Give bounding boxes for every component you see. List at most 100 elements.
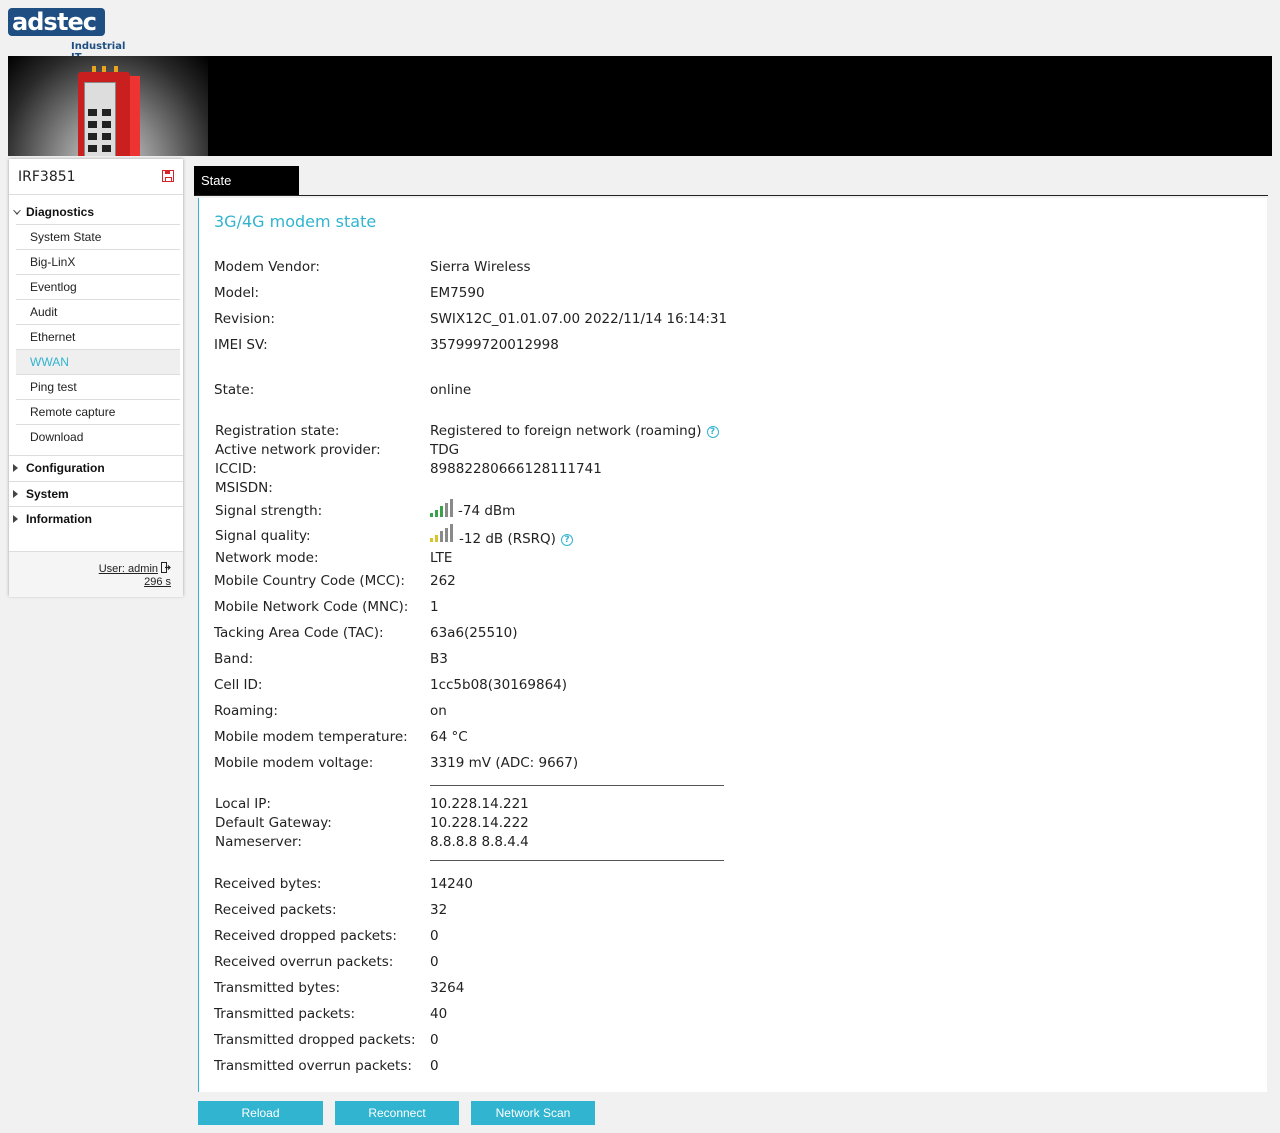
field-label: Mobile Country Code (MCC): <box>214 573 405 589</box>
signal-bar <box>435 534 438 542</box>
nav-group-system[interactable]: System <box>9 482 183 506</box>
tab-state[interactable]: State <box>194 166 299 196</box>
logo-text-right: tec <box>57 8 97 36</box>
reconnect-button[interactable]: Reconnect <box>335 1101 459 1125</box>
field-value: 63a6(25510) <box>430 625 518 641</box>
sidebar-item-ethernet[interactable]: Ethernet <box>16 325 180 350</box>
field-label: Received dropped packets: <box>214 928 397 944</box>
signal-bar <box>445 502 448 517</box>
registration-value: Registered to foreign network (roaming) <box>430 423 702 439</box>
field-label: Mobile Network Code (MNC): <box>214 599 409 615</box>
field-label: Transmitted packets: <box>214 1006 356 1022</box>
field-label: Mobile modem temperature: <box>214 729 408 745</box>
field-label: Model: <box>214 285 260 301</box>
session-timer: 296 s <box>144 576 171 588</box>
reload-button[interactable]: Reload <box>198 1101 323 1125</box>
signal-quality-bars-icon <box>430 524 456 542</box>
field-label: Revision: <box>214 311 275 327</box>
field-label: Local IP: <box>215 796 271 812</box>
field-label: Active network provider: <box>215 442 381 458</box>
user-link[interactable]: User: admin <box>99 563 158 575</box>
sidebar-item-label: System State <box>30 230 102 244</box>
field-value: 32 <box>430 902 448 918</box>
field-value: on <box>430 703 447 719</box>
field-label: MSISDN: <box>215 480 273 496</box>
sidebar-item-system-state[interactable]: System State <box>16 225 180 250</box>
field-value: 357999720012998 <box>430 337 559 353</box>
signal-bar <box>450 524 453 542</box>
sidebar-item-download[interactable]: Download <box>16 425 180 449</box>
sidebar-item-remote-capture[interactable]: Remote capture <box>16 400 180 425</box>
sidebar-item-audit[interactable]: Audit <box>16 300 180 325</box>
sidebar-item-ping-test[interactable]: Ping test <box>16 375 180 400</box>
field-value: 10.228.14.221 <box>430 796 529 812</box>
sidebar-item-wwan[interactable]: WWAN <box>16 350 180 375</box>
chevron-right-icon <box>13 464 18 472</box>
field-value: 1cc5b08(30169864) <box>430 677 568 693</box>
field-value: 64 °C <box>430 729 468 745</box>
field-label: Cell ID: <box>214 677 263 693</box>
section-title: 3G/4G modem state <box>214 212 377 231</box>
signal-bar <box>440 531 443 542</box>
field-value: 40 <box>430 1006 448 1022</box>
chevron-right-icon <box>13 515 18 523</box>
field-value: 0 <box>430 954 439 970</box>
field-value: Sierra Wireless <box>430 259 531 275</box>
field-value: LTE <box>430 550 453 566</box>
signal-bar <box>435 509 438 517</box>
sidebar-item-label: Audit <box>30 305 58 319</box>
field-label: Nameserver: <box>215 834 302 850</box>
field-value: 0 <box>430 1058 439 1074</box>
field-value: 89882280666128111741 <box>430 461 602 477</box>
field-value: EM7590 <box>430 285 485 301</box>
signal-bar <box>430 513 433 517</box>
nav-group-diagnostics[interactable]: Diagnostics <box>9 200 183 224</box>
sidebar: IRF3851 Diagnostics System State Big-Lin… <box>9 159 183 597</box>
field-value: 0 <box>430 928 439 944</box>
device-name: IRF3851 <box>18 169 76 185</box>
field-label: Received packets: <box>214 902 337 918</box>
divider <box>430 785 724 786</box>
sidebar-item-label: Ping test <box>30 380 77 394</box>
tab-label: State <box>201 173 232 188</box>
chevron-down-icon <box>13 210 21 215</box>
network-scan-button[interactable]: Network Scan <box>471 1101 595 1125</box>
field-label: Transmitted overrun packets: <box>214 1058 412 1074</box>
chevron-right-icon <box>13 490 18 498</box>
field-value: 8.8.8.8 8.8.4.4 <box>430 834 529 850</box>
field-value: 1 <box>430 599 439 615</box>
field-value: online <box>430 382 472 398</box>
field-label: Roaming: <box>214 703 278 719</box>
logo-text-left: ads <box>12 8 58 36</box>
sidebar-item-label: Ethernet <box>30 330 76 344</box>
sidebar-item-eventlog[interactable]: Eventlog <box>16 275 180 300</box>
logout-icon[interactable] <box>161 562 171 573</box>
field-label: Band: <box>214 651 254 667</box>
nav-group-label: Diagnostics <box>26 205 95 219</box>
field-value: -12 dB (RSRQ)? <box>459 531 573 547</box>
field-label: Registration state: <box>215 423 340 439</box>
field-label: Modem Vendor: <box>214 259 320 275</box>
field-value: 10.228.14.222 <box>430 815 529 831</box>
sidebar-item-big-linx[interactable]: Big-LinX <box>16 250 180 275</box>
field-label: Signal strength: <box>215 503 323 519</box>
nav-group-information[interactable]: Information <box>9 507 183 531</box>
field-value: 262 <box>430 573 456 589</box>
save-icon[interactable] <box>162 170 174 182</box>
field-label: Network mode: <box>215 550 319 566</box>
field-label: Transmitted dropped packets: <box>214 1032 416 1048</box>
field-value: SWIX12C_01.01.07.00 2022/11/14 16:14:31 <box>430 311 728 327</box>
nav-group-configuration[interactable]: Configuration <box>9 456 183 480</box>
adstec-logo: ads tec Industrial IT <box>8 8 138 63</box>
router-device-image <box>78 66 142 156</box>
signal-bar <box>445 527 448 542</box>
signal-bar <box>450 499 453 517</box>
nav-group-label: Configuration <box>26 461 105 475</box>
help-icon[interactable]: ? <box>706 426 719 438</box>
field-label: IMEI SV: <box>214 337 268 353</box>
field-label: Mobile modem voltage: <box>214 755 374 771</box>
sidebar-item-label: Remote capture <box>30 405 116 419</box>
field-value: B3 <box>430 651 448 667</box>
nav-group-label: Information <box>26 512 92 526</box>
help-icon[interactable]: ? <box>560 534 573 546</box>
